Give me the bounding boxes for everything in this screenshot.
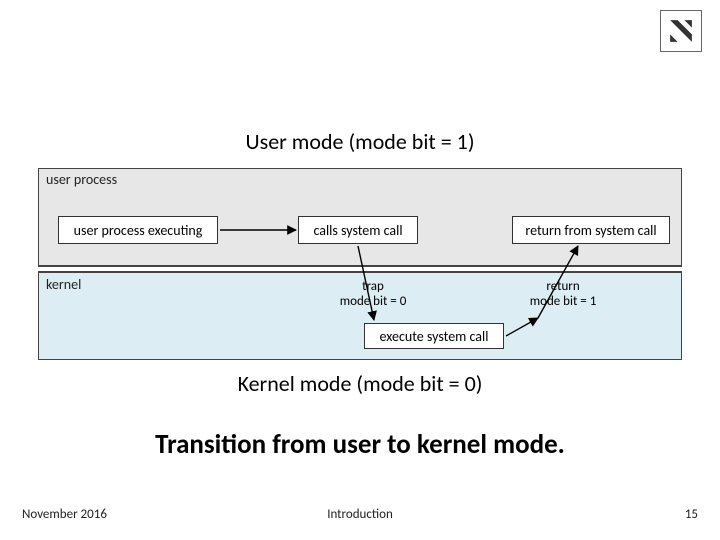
slide-caption: Transition from user to kernel mode. [0,428,720,461]
user-region-label: user process [46,171,117,188]
slide-footer: November 2016 Introduction 15 [0,502,720,522]
execute-system-call-box: execute system call [364,323,504,349]
trap-annotation: trap mode bit = 0 [328,280,418,310]
calls-system-call-box: calls system call [298,216,418,244]
user-mode-heading: User mode (mode bit = 1) [0,128,720,155]
footer-page-number: 15 [685,507,698,522]
kernel-mode-heading: Kernel mode (mode bit = 0) [0,370,720,397]
footer-title: Introduction [0,507,720,522]
mode-transition-diagram: user process kernel user process executi… [38,168,682,360]
institution-logo [660,10,702,52]
aleph-icon [664,14,698,48]
return-annotation: return mode bit = 1 [518,280,608,310]
kernel-region-label: kernel [46,276,81,293]
user-process-executing-box: user process executing [58,216,218,244]
return-from-system-call-box: return from system call [512,216,670,244]
